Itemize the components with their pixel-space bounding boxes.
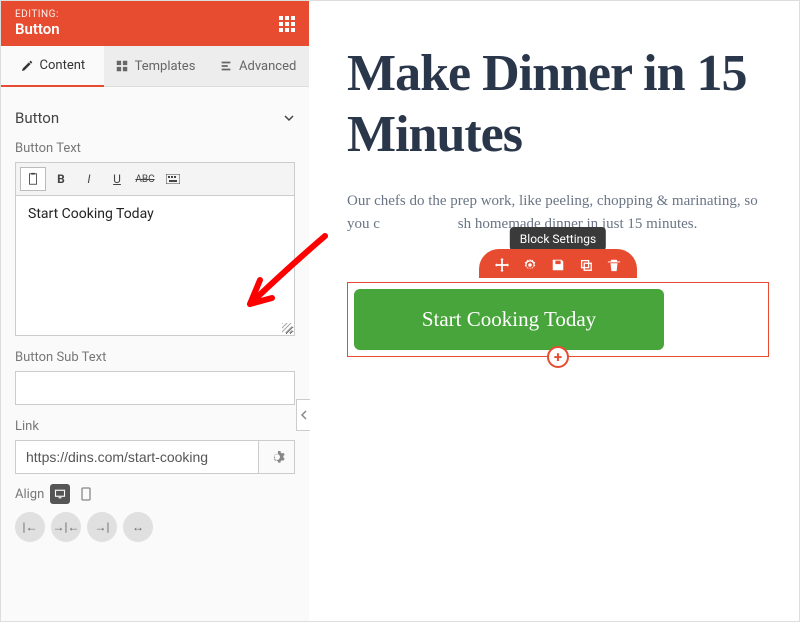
templates-icon (115, 59, 129, 73)
section-button[interactable]: Button (15, 101, 295, 141)
save-icon (551, 258, 565, 272)
block-settings-tooltip: Block Settings (510, 227, 606, 251)
tab-content[interactable]: Content (1, 46, 104, 87)
link-settings-button[interactable] (259, 440, 295, 474)
italic-button[interactable]: I (76, 167, 102, 191)
gear-icon (523, 258, 537, 272)
page-headline: Make Dinner in 15 Minutes (347, 43, 769, 166)
align-full-button[interactable]: ↔ (123, 512, 153, 542)
bold-button[interactable]: B (48, 167, 74, 191)
add-block-button[interactable]: + (547, 346, 569, 368)
advanced-icon (219, 59, 233, 73)
tabs: Content Templates Advanced (1, 46, 309, 87)
align-label: Align (15, 487, 44, 502)
keyboard-button[interactable] (160, 167, 186, 191)
tab-templates[interactable]: Templates (104, 46, 207, 86)
button-block[interactable]: Block Settings Start Cooking Today + (347, 282, 769, 357)
block-save-button[interactable] (549, 256, 567, 274)
cta-button[interactable]: Start Cooking Today (354, 289, 664, 350)
editing-label: EDITING: (15, 9, 60, 20)
collapse-sidebar-button[interactable] (296, 399, 310, 431)
keyboard-icon (166, 174, 180, 184)
link-label: Link (15, 419, 295, 434)
grid-icon[interactable] (279, 16, 295, 32)
duplicate-icon (579, 258, 593, 272)
tab-advanced[interactable]: Advanced (206, 46, 309, 86)
strikethrough-button[interactable]: ABC (132, 167, 158, 191)
header-title: Button (15, 20, 60, 38)
canvas-preview: Make Dinner in 15 Minutes Our chefs do t… (309, 1, 799, 621)
move-icon (495, 258, 509, 272)
chevron-down-icon (283, 112, 295, 124)
underline-button[interactable]: U (104, 167, 130, 191)
block-toolbar (479, 249, 637, 278)
pencil-icon (20, 59, 34, 73)
align-left-button[interactable]: |← (15, 512, 45, 542)
block-settings-button[interactable] (521, 256, 539, 274)
device-mobile-button[interactable] (76, 484, 96, 504)
link-input[interactable] (15, 440, 259, 474)
desktop-icon (54, 488, 66, 500)
paste-button[interactable] (20, 167, 46, 191)
sidebar-header: EDITING: Button (1, 1, 309, 46)
clipboard-icon (26, 172, 40, 186)
device-desktop-button[interactable] (50, 484, 70, 504)
chevron-left-icon (300, 410, 308, 420)
block-delete-button[interactable] (605, 256, 623, 274)
settings-sidebar: EDITING: Button Content Templates Advanc… (1, 1, 309, 621)
button-sub-text-label: Button Sub Text (15, 350, 295, 365)
gear-icon (269, 449, 285, 465)
align-center-button[interactable]: →|← (51, 512, 81, 542)
mobile-icon (81, 487, 91, 501)
button-sub-text-input[interactable] (15, 371, 295, 405)
block-move-button[interactable] (493, 256, 511, 274)
button-text-label: Button Text (15, 141, 295, 156)
align-right-button[interactable]: →| (87, 512, 117, 542)
block-duplicate-button[interactable] (577, 256, 595, 274)
trash-icon (607, 258, 621, 272)
button-text-editor[interactable]: Start Cooking Today (15, 196, 295, 336)
text-toolbar: B I U ABC (15, 162, 295, 196)
